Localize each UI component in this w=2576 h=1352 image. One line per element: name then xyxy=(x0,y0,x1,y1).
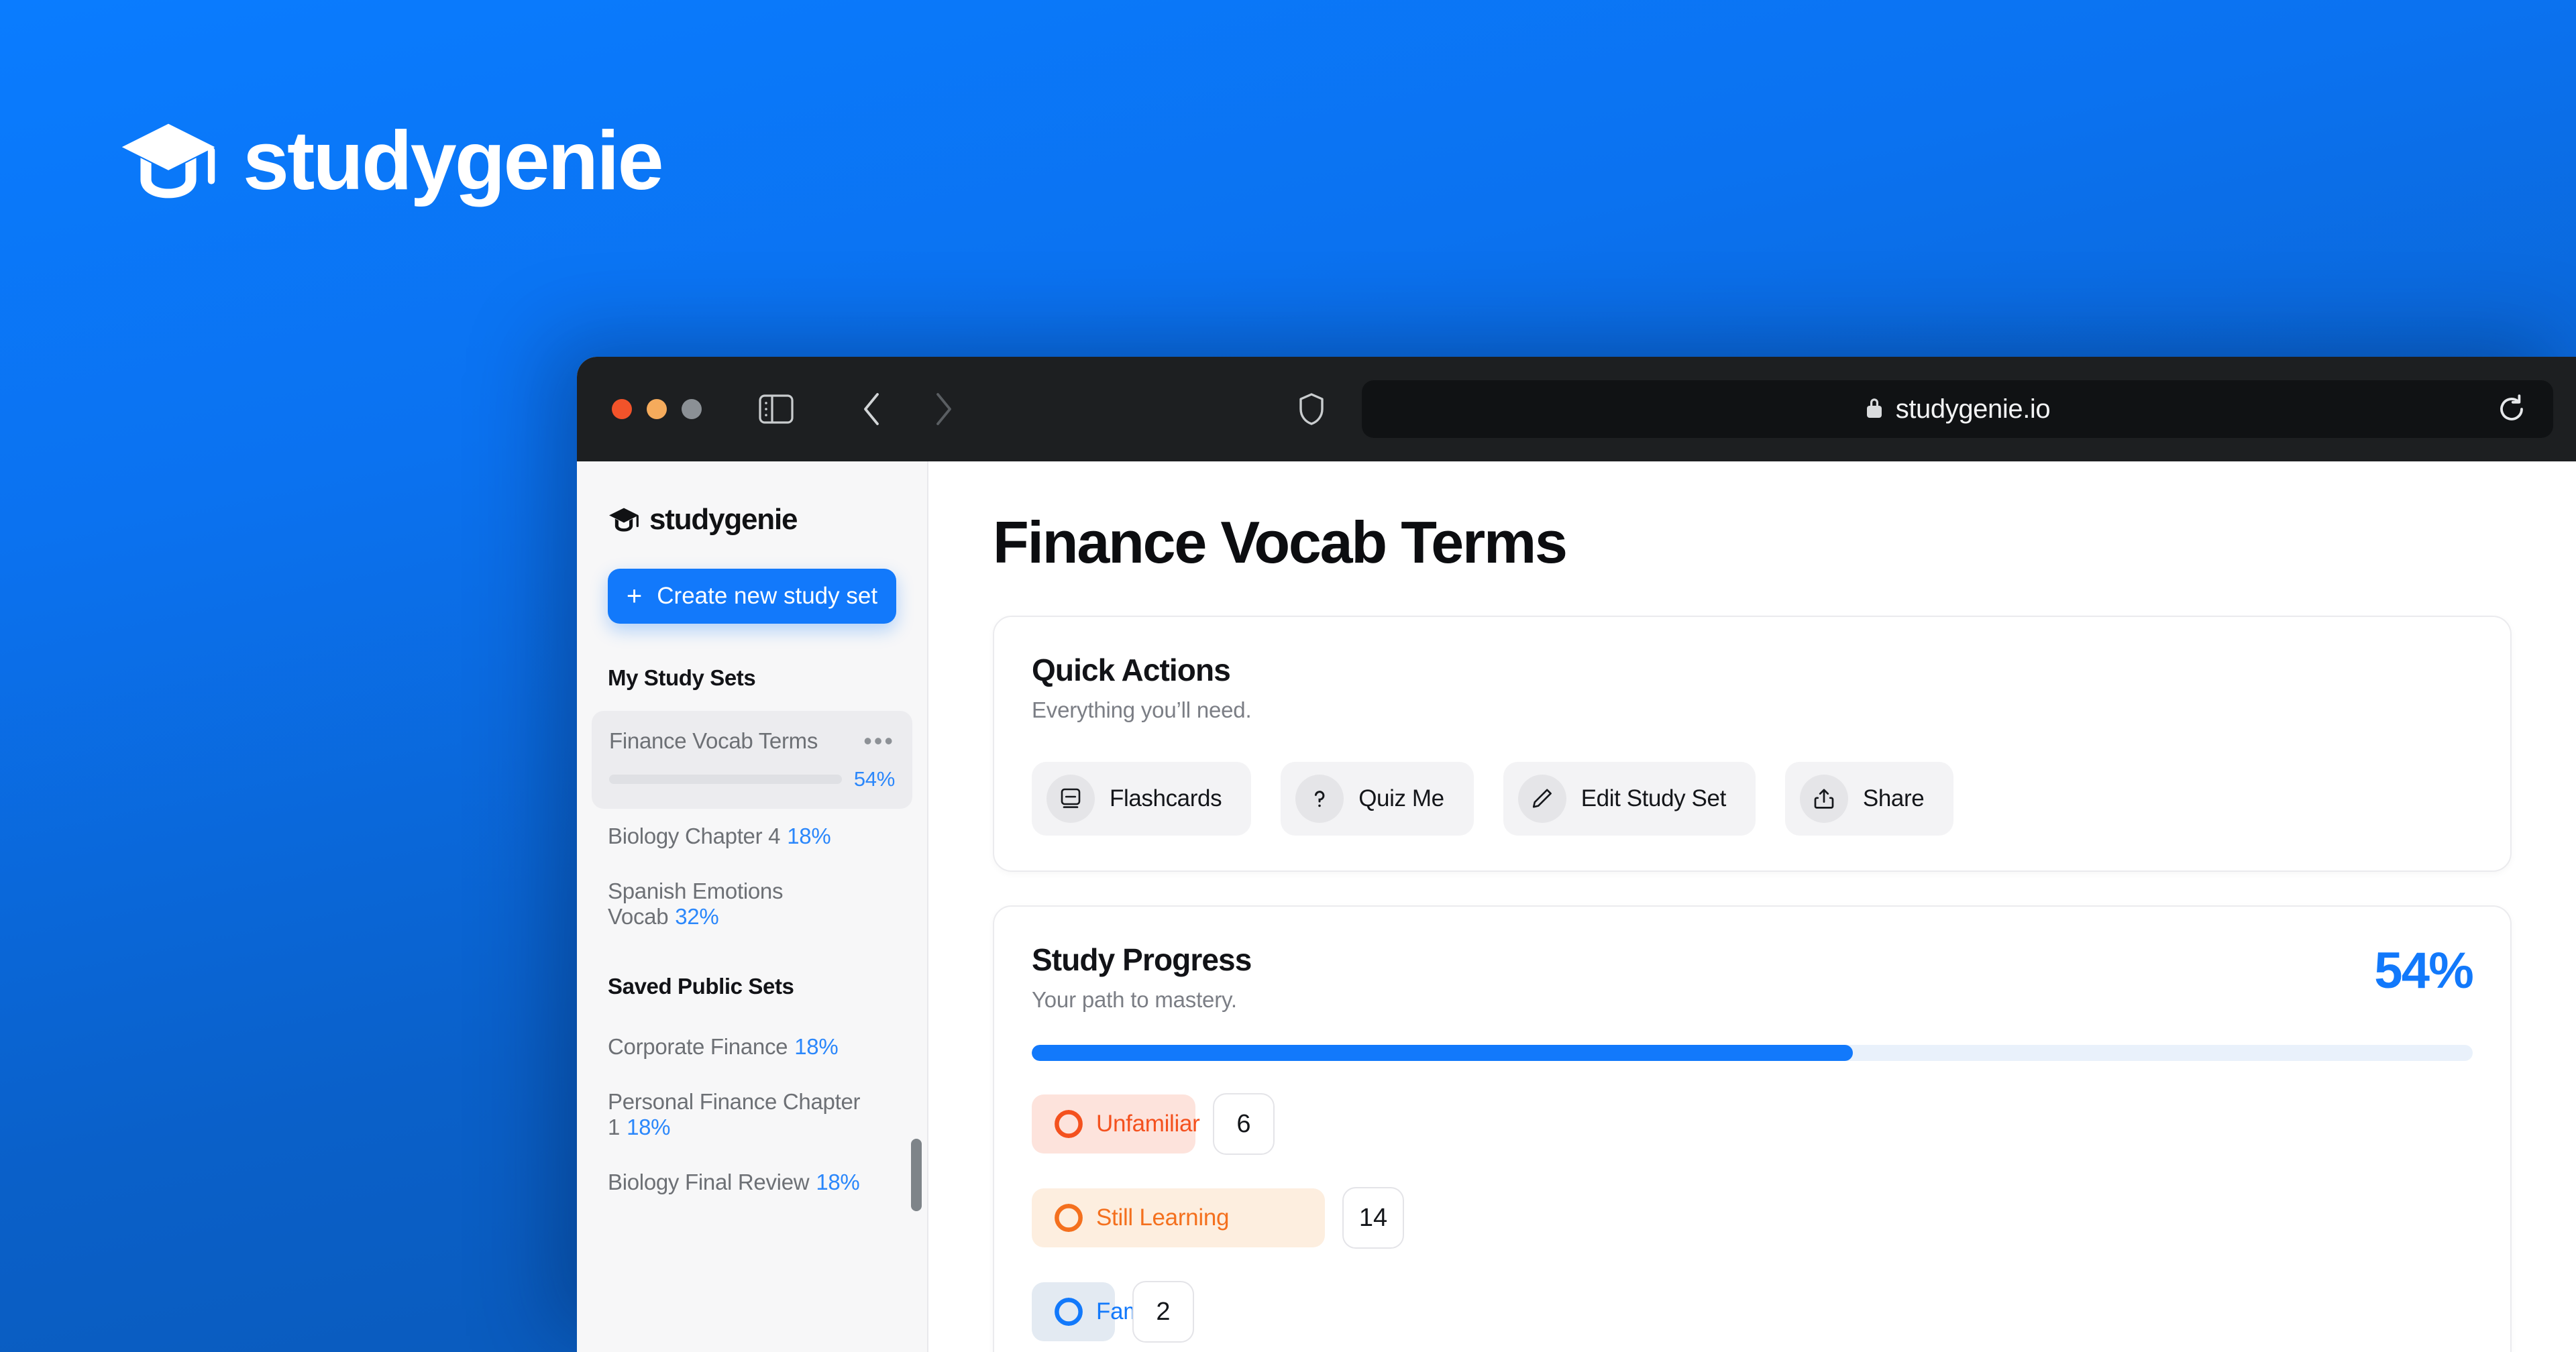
status-bar: Familiar xyxy=(1032,1282,1178,1341)
quick-actions-card: Quick Actions Everything you’ll need. Fl… xyxy=(993,616,2512,872)
chevron-left-icon[interactable] xyxy=(849,386,896,433)
chevron-right-icon[interactable] xyxy=(919,386,966,433)
set-item-menu-icon[interactable]: ••• xyxy=(863,729,895,752)
sidebar-logo-wordmark: studygenie xyxy=(649,503,798,536)
zoom-window-button[interactable] xyxy=(682,399,702,419)
set-item-percent: 18% xyxy=(787,824,831,848)
sidebar-item-finance-vocab-terms[interactable]: Finance Vocab Terms ••• 54% xyxy=(592,711,912,809)
sidebar-scrollbar[interactable] xyxy=(911,1139,922,1211)
lock-icon xyxy=(1865,396,1884,422)
set-item-label: Finance Vocab Terms xyxy=(609,728,818,753)
progress-ring-icon xyxy=(1055,1298,1083,1326)
status-count: 14 xyxy=(1342,1187,1404,1249)
address-bar-content: studygenie.io xyxy=(1865,394,2051,425)
status-count: 6 xyxy=(1213,1093,1275,1155)
quiz-me-button[interactable]: Quiz Me xyxy=(1281,762,1474,836)
quick-actions-subtitle: Everything you’ll need. xyxy=(1032,697,1252,722)
quick-actions-title: Quick Actions xyxy=(1032,653,1231,687)
create-new-study-set-label: Create new study set xyxy=(657,583,878,609)
progress-ring-icon xyxy=(1055,1110,1083,1138)
status-label: Unfamiliar xyxy=(1096,1111,1200,1137)
question-mark-icon xyxy=(1295,775,1344,823)
address-bar[interactable]: studygenie.io xyxy=(1362,380,2553,438)
plus-icon: + xyxy=(626,581,643,611)
quiz-me-label: Quiz Me xyxy=(1358,785,1444,811)
minimize-window-button[interactable] xyxy=(647,399,667,419)
study-progress-title: Study Progress xyxy=(1032,942,1252,977)
progress-ring-icon xyxy=(1055,1204,1083,1232)
page-title: Finance Vocab Terms xyxy=(993,509,1568,575)
set-item-progress-track xyxy=(609,775,842,784)
sidebar-item-personal-finance-chapter-1[interactable]: Personal Finance Chapter 1 18% xyxy=(608,1074,896,1155)
set-item-percent: 54% xyxy=(853,767,895,791)
flashcard-icon xyxy=(1046,775,1095,823)
set-item-percent: 18% xyxy=(627,1115,671,1139)
reload-icon[interactable] xyxy=(2493,390,2530,428)
status-label: Still Learning xyxy=(1096,1204,1230,1231)
main-content: Finance Vocab Terms Quick Actions Everyt… xyxy=(928,461,2576,1352)
set-item-percent: 18% xyxy=(794,1034,839,1059)
status-count: 2 xyxy=(1132,1281,1194,1343)
set-item-percent: 18% xyxy=(816,1170,860,1194)
sidebar-logo[interactable]: studygenie xyxy=(608,503,896,537)
set-item-top-row: Finance Vocab Terms ••• xyxy=(609,728,895,754)
edit-study-set-button[interactable]: Edit Study Set xyxy=(1503,762,1756,836)
status-bar: Still Learning xyxy=(1032,1188,1325,1247)
study-progress-subtitle: Your path to mastery. xyxy=(1032,987,1237,1012)
browser-window: studygenie.io studygenie + Create new st… xyxy=(577,357,2576,1352)
sidebar-toggle-icon[interactable] xyxy=(753,386,800,433)
study-progress-headings: Study Progress Your path to mastery. xyxy=(1032,942,1252,1013)
status-row-familiar[interactable]: Familiar 2 xyxy=(1032,1281,2473,1343)
set-item-label: Biology Chapter 4 xyxy=(608,824,781,848)
quick-actions-row: Flashcards Quiz Me Edit Study Set Share xyxy=(1032,762,2473,836)
hero-logo: studygenie xyxy=(118,115,664,207)
status-row-still-learning[interactable]: Still Learning 14 xyxy=(1032,1187,2473,1249)
address-bar-url: studygenie.io xyxy=(1895,394,2051,424)
sidebar-item-biology-chapter-4[interactable]: Biology Chapter 4 18% xyxy=(608,809,896,864)
hero-logo-wordmark: studygenie xyxy=(243,115,664,207)
create-new-study-set-button[interactable]: + Create new study set xyxy=(608,569,896,624)
study-progress-header: Study Progress Your path to mastery. 54% xyxy=(1032,942,2474,1013)
share-icon xyxy=(1799,775,1848,823)
edit-study-set-label: Edit Study Set xyxy=(1580,785,1727,811)
set-item-label: Corporate Finance xyxy=(608,1034,788,1059)
flashcards-button[interactable]: Flashcards xyxy=(1032,762,1252,836)
study-progress-fill xyxy=(1032,1045,1854,1061)
close-window-button[interactable] xyxy=(612,399,632,419)
window-traffic-lights[interactable] xyxy=(612,399,702,419)
study-progress-track xyxy=(1032,1045,2473,1061)
page-root: studygenie studygenie.io studygenie + Cr… xyxy=(0,0,2576,1352)
set-item-label: Biology Final Review xyxy=(608,1170,810,1194)
sidebar-item-spanish-emotions-vocab[interactable]: Spanish Emotions Vocab 32% xyxy=(608,864,896,944)
app-sidebar: studygenie + Create new study set My Stu… xyxy=(577,461,928,1352)
study-progress-percent: 54% xyxy=(2374,942,2474,999)
saved-public-sets-heading: Saved Public Sets xyxy=(608,974,794,999)
sidebar-item-biology-final-review[interactable]: Biology Final Review 18% xyxy=(608,1155,896,1210)
browser-toolbar: studygenie.io xyxy=(577,357,2576,461)
graduation-cap-icon xyxy=(118,121,219,201)
share-button[interactable]: Share xyxy=(1784,762,1954,836)
graduation-cap-icon xyxy=(608,507,640,532)
sidebar-item-corporate-finance[interactable]: Corporate Finance 18% xyxy=(608,1019,896,1074)
status-bar: Unfamiliar xyxy=(1032,1094,1200,1153)
set-item-progress-row: 54% xyxy=(609,767,895,791)
flashcards-label: Flashcards xyxy=(1110,785,1222,811)
study-progress-card: Study Progress Your path to mastery. 54% xyxy=(993,905,2512,1352)
page-viewport: studygenie + Create new study set My Stu… xyxy=(577,461,2576,1352)
my-study-sets-heading: My Study Sets xyxy=(608,665,756,690)
shield-icon[interactable] xyxy=(1288,386,1335,433)
pencil-icon xyxy=(1517,775,1566,823)
share-label: Share xyxy=(1862,785,1925,811)
set-item-percent: 32% xyxy=(675,904,719,929)
status-row-unfamiliar[interactable]: Unfamiliar 6 xyxy=(1032,1093,2473,1155)
